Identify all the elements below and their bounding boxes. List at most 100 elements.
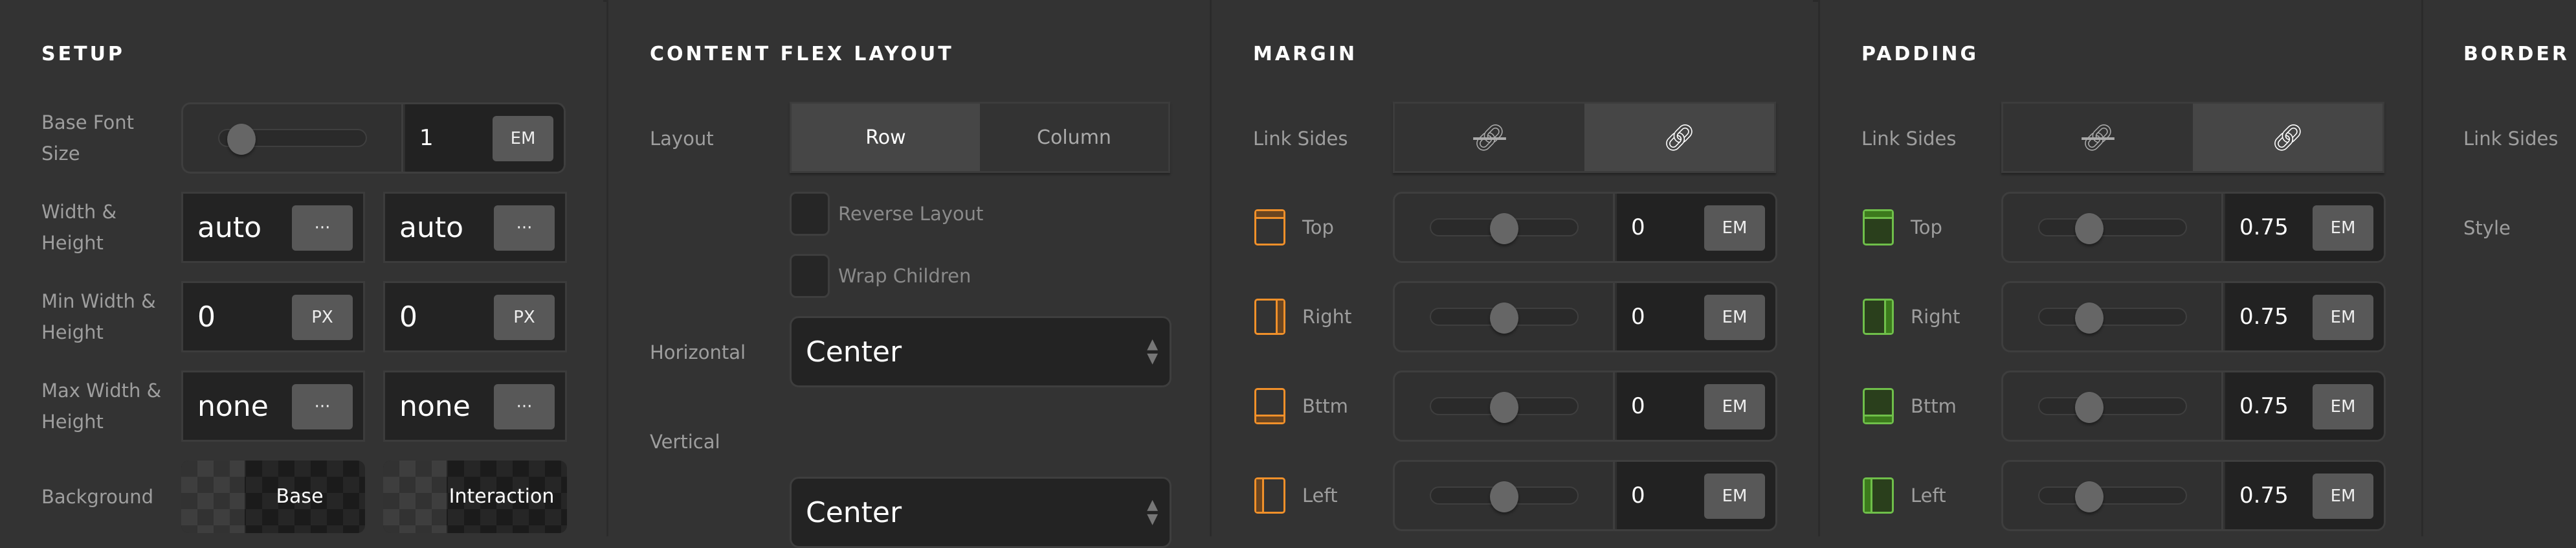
- layout-column-button[interactable]: Column: [980, 104, 1168, 171]
- max-width-input[interactable]: none ···: [181, 371, 365, 442]
- vertical-value: Center: [806, 496, 902, 529]
- padding-right-input[interactable]: 0.75 EM: [2225, 283, 2384, 350]
- min-width-unit-button[interactable]: PX: [292, 295, 353, 340]
- padding-bottom-input[interactable]: 0.75 EM: [2225, 372, 2384, 440]
- padding-left-side-icon: [1863, 477, 1894, 514]
- background-interaction-swatch[interactable]: Interaction: [383, 461, 567, 533]
- max-width-value: none: [197, 389, 269, 423]
- padding-left-value: 0.75: [2239, 483, 2289, 508]
- padding-right-side-icon: [1863, 299, 1894, 335]
- margin-left-slider[interactable]: [1430, 481, 1579, 512]
- unit-button[interactable]: EM: [2313, 205, 2373, 251]
- reverse-layout-label: Reverse Layout: [838, 203, 984, 225]
- select-arrows-icon: ▲ ▼: [1147, 336, 1158, 367]
- min-width-value: 0: [197, 300, 216, 334]
- margin-top-side-icon: [1254, 209, 1285, 245]
- padding-top-slider[interactable]: [2038, 213, 2187, 244]
- padding-left-slider[interactable]: [2038, 481, 2187, 512]
- border-title: BORDER: [2463, 43, 2570, 65]
- margin-link-toggle: 🔗︎ 🔗︎: [1393, 102, 1776, 173]
- slider-thumb[interactable]: [227, 124, 256, 155]
- unit-button[interactable]: EM: [1704, 205, 1765, 251]
- unlink-icon: 🔗︎: [1473, 122, 1506, 153]
- horizontal-select[interactable]: Center ▲ ▼: [790, 316, 1171, 387]
- margin-top-input[interactable]: 0 EM: [1617, 194, 1775, 261]
- padding-title: PADDING: [1861, 43, 1979, 65]
- background-base-label: Base: [276, 485, 324, 508]
- max-width-menu-button[interactable]: ···: [292, 384, 353, 429]
- unlink-button[interactable]: 🔗︎: [1395, 104, 1584, 171]
- base-font-size-control: 1 EM: [181, 102, 566, 174]
- margin-right-input[interactable]: 0 EM: [1617, 283, 1775, 350]
- margin-bottom-slider[interactable]: [1430, 392, 1579, 423]
- unlink-button[interactable]: 🔗︎: [2003, 104, 2193, 171]
- background-base-swatch[interactable]: Base: [181, 461, 365, 533]
- min-width-input[interactable]: 0 PX: [181, 281, 365, 352]
- margin-bottom-input[interactable]: 0 EM: [1617, 372, 1775, 440]
- padding-right-control: 0.75 EM: [2001, 281, 2386, 352]
- margin-top-label: Top: [1302, 216, 1334, 238]
- unit-button[interactable]: EM: [1704, 384, 1765, 429]
- height-input[interactable]: auto ···: [383, 192, 567, 263]
- unit-button[interactable]: EM: [2313, 295, 2373, 340]
- wrap-children-label: Wrap Children: [838, 265, 972, 287]
- margin-left-side-icon: [1254, 477, 1285, 514]
- unit-button[interactable]: EM: [493, 116, 553, 161]
- border-link-sides-label: Link Sides: [2463, 128, 2559, 150]
- horizontal-label: Horizontal: [650, 341, 746, 363]
- padding-right-slider[interactable]: [2038, 303, 2187, 334]
- reverse-layout-checkbox[interactable]: [790, 192, 830, 236]
- margin-left-value: 0: [1631, 483, 1645, 508]
- min-height-input[interactable]: 0 PX: [383, 281, 567, 352]
- slider-thumb[interactable]: [2074, 213, 2104, 244]
- slider-thumb[interactable]: [1490, 392, 1518, 423]
- padding-left-input[interactable]: 0.75 EM: [2225, 462, 2384, 529]
- base-font-size-value: 1: [419, 125, 434, 151]
- padding-bottom-label: Bttm: [1911, 395, 1957, 417]
- horizontal-value: Center: [806, 335, 902, 369]
- vertical-select[interactable]: Center ▲ ▼: [790, 477, 1171, 548]
- slider-thumb[interactable]: [2074, 303, 2104, 334]
- slider-thumb[interactable]: [1490, 303, 1518, 334]
- slider-thumb[interactable]: [2074, 392, 2104, 423]
- max-height-menu-button[interactable]: ···: [494, 384, 555, 429]
- base-font-size-slider[interactable]: [218, 124, 367, 155]
- height-menu-button[interactable]: ···: [494, 205, 555, 251]
- margin-right-value: 0: [1631, 304, 1645, 330]
- margin-left-label: Left: [1302, 485, 1338, 507]
- padding-bottom-slider[interactable]: [2038, 392, 2187, 423]
- link-button[interactable]: 🔗︎: [1584, 104, 1774, 171]
- margin-right-side-icon: [1254, 299, 1285, 335]
- unit-button[interactable]: EM: [2313, 384, 2373, 429]
- unit-button[interactable]: EM: [2313, 474, 2373, 519]
- unit-button[interactable]: EM: [1704, 474, 1765, 519]
- margin-top-control: 0 EM: [1393, 192, 1777, 263]
- height-value: auto: [399, 211, 464, 244]
- margin-title: MARGIN: [1253, 43, 1358, 65]
- content-flex-layout-panel: CONTENT FLEX LAYOUT Layout Row Column Re…: [606, 0, 1210, 548]
- max-height-input[interactable]: none ···: [383, 371, 567, 442]
- margin-top-slider[interactable]: [1430, 213, 1579, 244]
- slider-thumb[interactable]: [1490, 481, 1518, 512]
- base-font-size-input[interactable]: 1 EM: [405, 104, 564, 172]
- slider-thumb[interactable]: [2074, 481, 2104, 512]
- padding-link-toggle: 🔗︎ 🔗︎: [2001, 102, 2384, 173]
- padding-top-value: 0.75: [2239, 214, 2289, 240]
- link-button[interactable]: 🔗︎: [2193, 104, 2382, 171]
- padding-bottom-control: 0.75 EM: [2001, 371, 2386, 442]
- padding-top-input[interactable]: 0.75 EM: [2225, 194, 2384, 261]
- layout-row-button[interactable]: Row: [792, 104, 980, 171]
- margin-left-input[interactable]: 0 EM: [1617, 462, 1775, 529]
- slider-thumb[interactable]: [1490, 213, 1518, 244]
- margin-right-slider[interactable]: [1430, 303, 1579, 334]
- padding-top-control: 0.75 EM: [2001, 192, 2386, 263]
- background-interaction-label: Interaction: [449, 485, 555, 508]
- margin-bottom-control: 0 EM: [1393, 371, 1777, 442]
- width-menu-button[interactable]: ···: [292, 205, 353, 251]
- width-input[interactable]: auto ···: [181, 192, 365, 263]
- wrap-children-checkbox[interactable]: [790, 254, 830, 298]
- min-height-unit-button[interactable]: PX: [494, 295, 555, 340]
- layout-label: Layout: [650, 128, 714, 150]
- padding-right-value: 0.75: [2239, 304, 2289, 330]
- unit-button[interactable]: EM: [1704, 295, 1765, 340]
